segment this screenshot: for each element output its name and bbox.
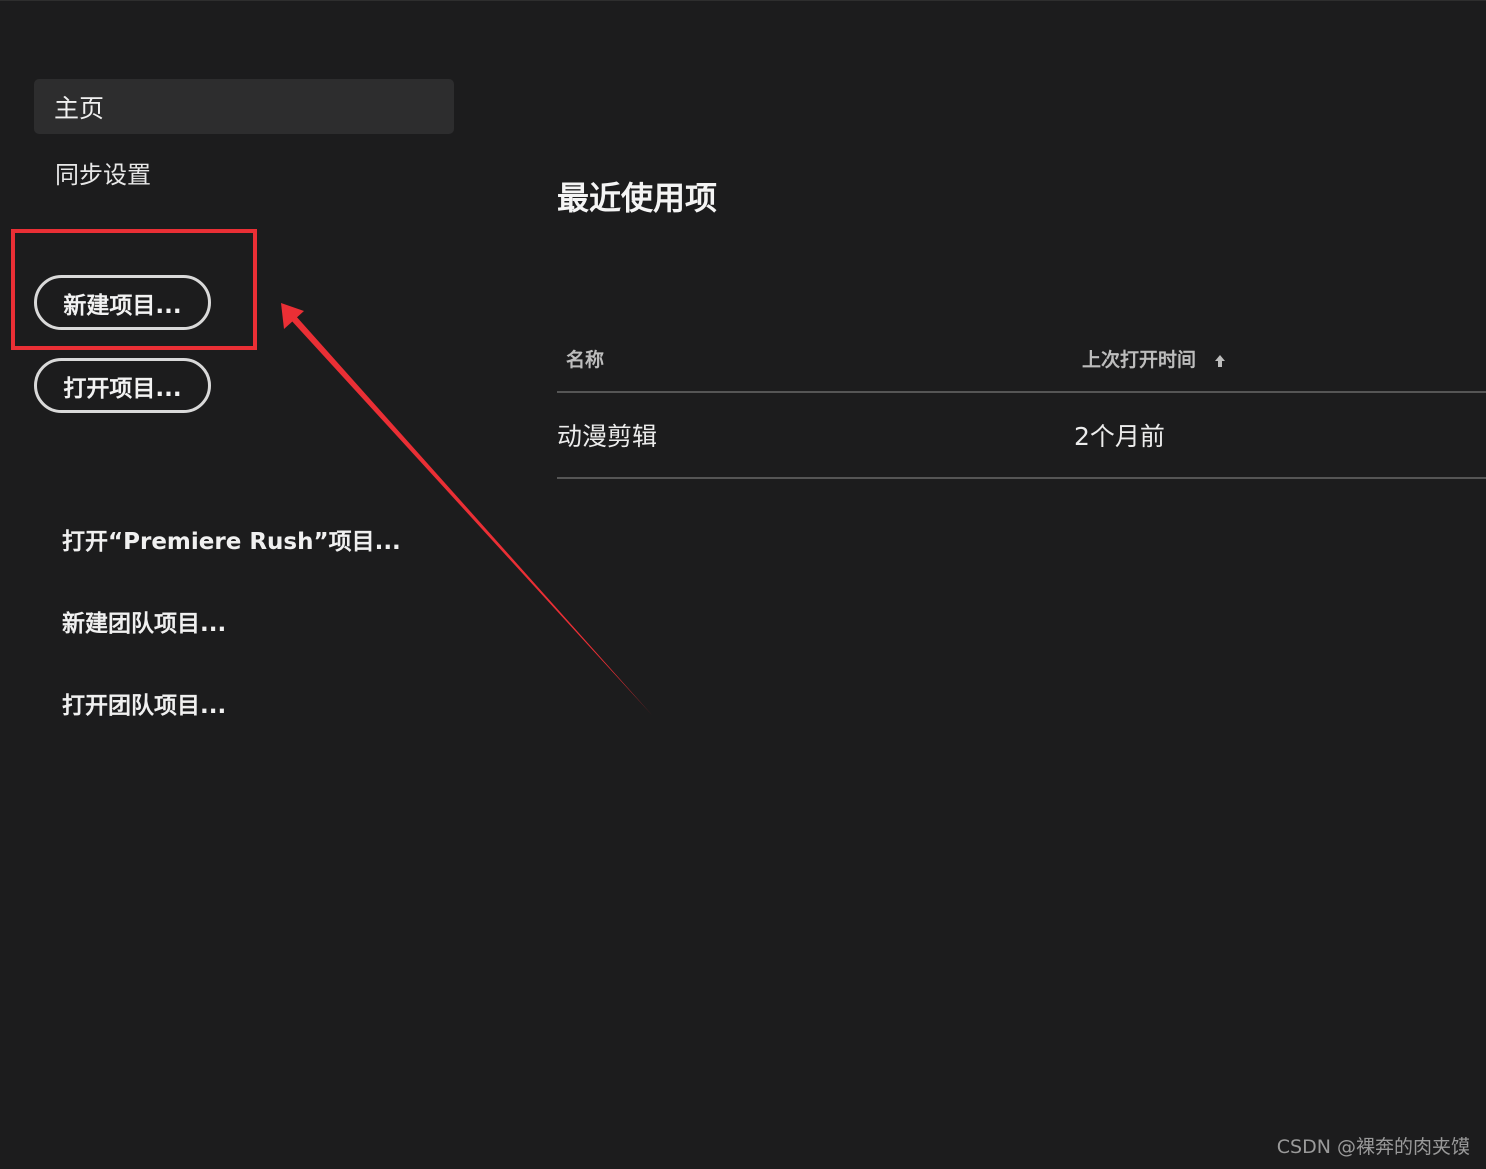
open-project-label: 打开项目... (63, 375, 182, 402)
open-premiere-rush-project-link[interactable]: 打开“Premiere Rush”项目... (62, 519, 401, 559)
last-opened-cell: 2个月前 (1074, 422, 1165, 451)
annotation-highlight-box (11, 229, 257, 350)
open-team-project-link[interactable]: 打开团队项目... (62, 683, 226, 723)
nav-home[interactable]: 主页 (34, 79, 454, 134)
annotation-arrow (281, 303, 652, 715)
recent-items-title: 最近使用项 (557, 179, 718, 217)
column-header-last-opened[interactable]: 上次打开时间 (1082, 345, 1226, 372)
watermark: CSDN @裸奔的肉夹馍 (1276, 1136, 1470, 1158)
annotation-arrow-shaft (290, 315, 652, 715)
nav-sync-settings-label: 同步设置 (55, 160, 151, 189)
project-name-cell: 动漫剪辑 (557, 422, 658, 451)
table-row-divider (557, 477, 1486, 479)
open-premiere-rush-project-label: 打开“Premiere Rush”项目... (62, 529, 401, 555)
nav-sync-settings[interactable]: 同步设置 (55, 151, 151, 193)
start-screen: 主页 同步设置 新建项目... 打开项目... 打开“Premiere Rush… (0, 0, 1486, 1169)
table-row[interactable]: 动漫剪辑 2个月前 (557, 393, 1486, 477)
open-team-project-label: 打开团队项目... (62, 693, 227, 719)
annotation-arrow-head (281, 303, 304, 329)
open-project-button[interactable]: 打开项目... (34, 358, 211, 413)
arrow-up-icon (1215, 354, 1226, 367)
nav-home-label: 主页 (54, 93, 105, 123)
new-team-project-link[interactable]: 新建团队项目... (62, 601, 226, 641)
new-team-project-label: 新建团队项目... (62, 611, 227, 637)
column-header-name[interactable]: 名称 (566, 345, 604, 372)
column-header-last-opened-label: 上次打开时间 (1082, 349, 1197, 371)
